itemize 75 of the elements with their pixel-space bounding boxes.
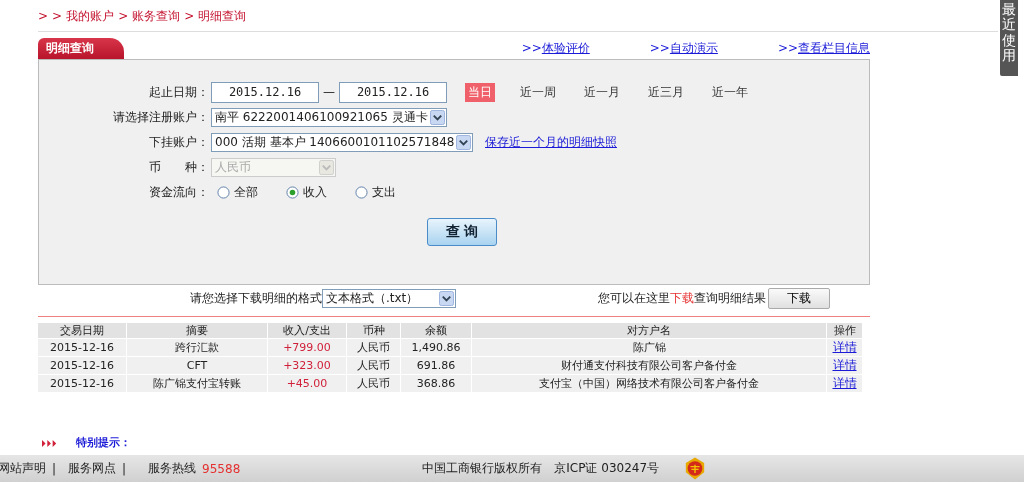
breadcrumb-separator: >	[184, 9, 195, 23]
period-option[interactable]: 近一周	[517, 82, 559, 102]
table-cell: 1,490.86	[401, 339, 471, 356]
table-cell: 2015-12-16	[38, 339, 126, 356]
table-cell: 支付宝（中国）网络技术有限公司客户备付金	[472, 375, 826, 392]
notice-title: 特别提示：	[76, 437, 131, 449]
detail-link[interactable]: 详情	[827, 339, 862, 356]
column-header: 摘要	[127, 323, 267, 338]
header-link[interactable]: >>体验评价	[521, 39, 590, 57]
footer-link[interactable]: 服务网点	[68, 460, 123, 477]
table-cell: 陈广锦支付宝转账	[127, 375, 267, 392]
radio-button[interactable]	[217, 185, 230, 199]
period-option[interactable]: 近一月	[581, 82, 623, 102]
breadcrumb-separator: >	[118, 9, 129, 23]
table-cell: 2015-12-16	[38, 375, 126, 392]
radio-label: 支出	[372, 183, 396, 201]
field-label: 起止日期：	[148, 83, 210, 101]
format-label: 请您选择下载明细的格式	[190, 289, 322, 307]
footer-separator: |	[52, 461, 57, 476]
table-cell: 财付通支付科技有限公司客户备付金	[472, 357, 826, 374]
breadcrumb-link[interactable]: 我的账户	[66, 7, 115, 25]
field-label: 币 种：	[148, 158, 210, 176]
detail-link[interactable]: 详情	[827, 357, 862, 374]
field-label: 请选择注册账户：	[112, 108, 210, 126]
table-cell: 2015-12-16	[38, 357, 126, 374]
column-header: 余额	[401, 323, 471, 338]
column-header: 收入/支出	[268, 323, 346, 338]
download-button[interactable]: 下载	[768, 287, 830, 309]
chevron-mark: >	[38, 9, 49, 23]
period-option[interactable]: 近三月	[645, 82, 687, 102]
hotline-label: 服务热线	[148, 460, 197, 477]
snapshot-link[interactable]: 保存近一个月的明细快照	[485, 133, 617, 151]
column-header: 交易日期	[38, 323, 126, 338]
footer-separator: |	[122, 461, 127, 476]
table-cell: 陈广锦	[472, 339, 826, 356]
table-cell: CFT	[127, 357, 267, 374]
field-label: 下挂账户：	[148, 133, 210, 151]
radio-button[interactable]	[355, 185, 368, 199]
hotline-number: 95588	[202, 461, 241, 476]
field-label: 资金流向：	[148, 183, 210, 201]
table-cell: +799.00	[268, 339, 346, 356]
column-header: 币种	[347, 323, 400, 338]
breadcrumb-link[interactable]: 账务查询	[132, 7, 181, 25]
date-field[interactable]: 2015.12.16	[211, 81, 319, 103]
sub-account-dropdown[interactable]: 000 活期 基本户 1406600101102571848	[211, 132, 473, 152]
account-dropdown[interactable]: 南平 6222001406100921065 灵通卡	[211, 107, 447, 127]
table-cell: +45.00	[268, 375, 346, 392]
format-dropdown[interactable]: 文本格式（.txt）	[322, 288, 456, 308]
date-field[interactable]: 2015.12.16	[339, 81, 447, 103]
copyright-text: 中国工商银行版权所有	[422, 460, 543, 477]
radio-label: 全部	[234, 183, 258, 201]
download-hint: 您可以在这里下载查询明细结果	[598, 289, 766, 307]
column-header: 对方户名	[472, 323, 826, 338]
chevron-mark: >	[52, 9, 63, 23]
icp-text: 京ICP证 030247号	[554, 460, 660, 477]
range-dash: —	[322, 85, 336, 99]
triple-arrow-icon	[42, 438, 58, 448]
emblem-icon	[684, 456, 707, 481]
column-header: 操作	[827, 323, 862, 338]
table-cell: 人民币	[347, 375, 400, 392]
table-cell: 人民币	[347, 357, 400, 374]
breadcrumb-link[interactable]: 明细查询	[198, 7, 247, 25]
recent-use-tab[interactable]: 最近使用	[1000, 0, 1018, 76]
radio-button[interactable]	[286, 185, 299, 199]
table-cell: 691.86	[401, 357, 471, 374]
table-cell: 368.86	[401, 375, 471, 392]
detail-link[interactable]: 详情	[827, 375, 862, 392]
table-cell: 人民币	[347, 339, 400, 356]
radio-label: 收入	[303, 183, 327, 201]
query-button[interactable]: 查 询	[427, 218, 497, 246]
period-option[interactable]: 近一年	[709, 82, 751, 102]
header-link[interactable]: >>查看栏目信息	[777, 39, 870, 57]
header-link[interactable]: >>自动演示	[649, 39, 718, 57]
table-cell: +323.00	[268, 357, 346, 374]
table-cell: 跨行汇款	[127, 339, 267, 356]
